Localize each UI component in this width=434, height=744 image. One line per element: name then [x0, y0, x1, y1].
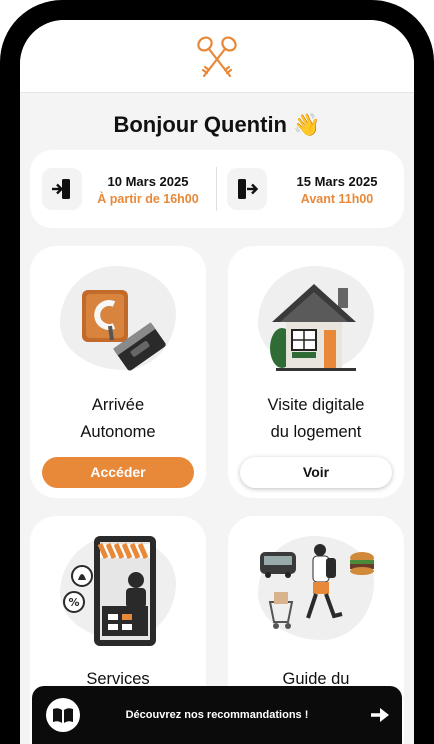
view-button[interactable]: Voir — [240, 457, 392, 488]
top-bar — [20, 20, 414, 93]
checkin-block: 10 Mars 2025 À partir de 16h00 — [30, 150, 216, 228]
travel-guide-icon — [260, 544, 374, 629]
greeting-title: Bonjour Quentin 👋 — [113, 112, 321, 137]
svg-text:%: % — [68, 596, 79, 609]
door-enter-icon — [42, 168, 82, 210]
card-virtual-tour[interactable]: Visite digitale du logement Voir — [228, 246, 404, 498]
card-title-line1: Arrivée — [91, 396, 145, 414]
card-title: Arrivée Autonome — [30, 392, 206, 446]
checkout-block: 15 Mars 2025 Avant 11h00 — [217, 150, 403, 228]
keys-logo-icon — [197, 36, 237, 78]
shop-icon: % — [63, 536, 156, 646]
recommendations-banner[interactable]: Découvrez nos recommandations ! — [32, 686, 402, 744]
door-exit-icon — [227, 168, 267, 210]
phone-frame: Bonjour Quentin 👋 10 Mars 2025 À partir … — [0, 0, 434, 744]
card-self-checkin[interactable]: Arrivée Autonome Accéder — [30, 246, 206, 498]
checkout-time: Avant 11h00 — [300, 192, 374, 206]
card-title-line2: Autonome — [80, 423, 156, 441]
arrow-right-icon[interactable] — [370, 706, 390, 724]
book-icon — [46, 698, 80, 732]
checkin-date: 10 Mars 2025 — [107, 174, 189, 189]
card-title-line1: Visite digitale — [267, 396, 365, 414]
app-screen: Bonjour Quentin 👋 10 Mars 2025 À partir … — [20, 20, 414, 744]
house-icon — [270, 284, 356, 371]
checkout-date: 15 Mars 2025 — [296, 174, 378, 189]
checkin-time: À partir de 16h00 — [97, 192, 199, 206]
lockbox-icon — [82, 290, 166, 371]
stay-dates-card: 10 Mars 2025 À partir de 16h00 15 Mars 2… — [30, 150, 404, 228]
banner-text: Découvrez nos recommandations ! — [125, 709, 309, 721]
access-button[interactable]: Accéder — [42, 457, 194, 488]
card-title: Visite digitale du logement — [228, 392, 404, 446]
card-title-line2: du logement — [270, 423, 362, 441]
